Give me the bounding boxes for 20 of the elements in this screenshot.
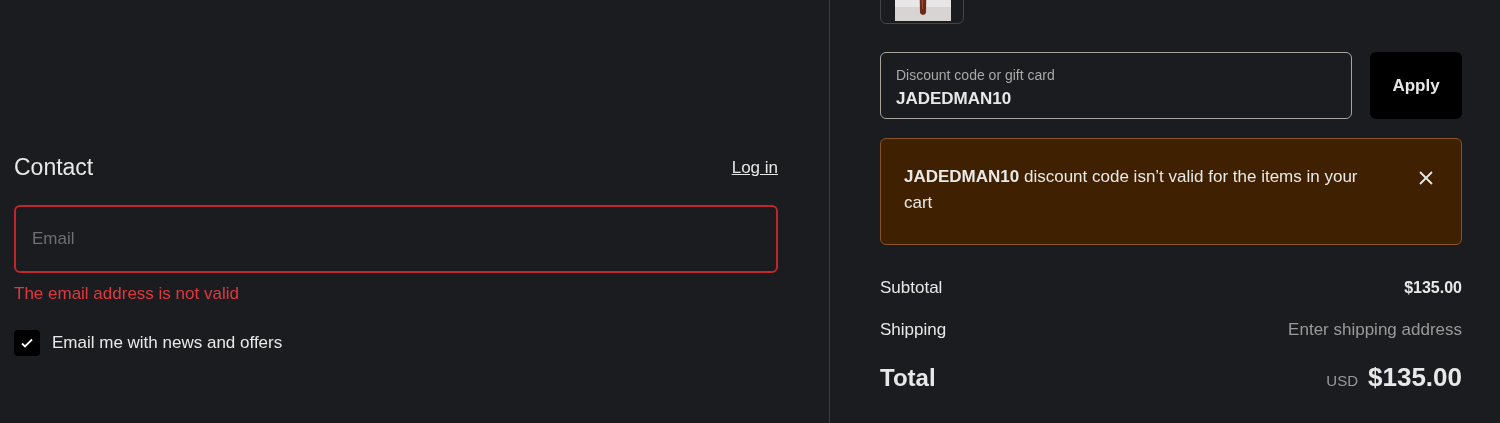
checkbox-label: Email me with news and offers [52, 332, 283, 355]
section-title: Contact [14, 153, 94, 182]
email-field[interactable]: Email [14, 204, 778, 273]
line-label: Subtotal [880, 277, 943, 299]
line-value: $135.00 [1404, 277, 1462, 298]
error-message: The email address is not valid [14, 282, 240, 305]
apply-button[interactable]: Apply [1370, 52, 1462, 119]
close-icon[interactable] [1418, 170, 1434, 186]
field-value: JADEDMAN10 [896, 88, 1013, 110]
line-label: Shipping [880, 318, 947, 341]
newsletter-checkbox[interactable] [14, 330, 40, 356]
currency-code: USD [1326, 371, 1358, 391]
field-label: Discount code or gift card [896, 66, 1056, 85]
check-icon [20, 336, 34, 350]
discount-field[interactable]: Discount code or gift card JADEDMAN10 [880, 52, 1352, 119]
line-value: Enter shipping address [1288, 318, 1462, 341]
total-value: $135.00 [1368, 361, 1462, 394]
total-label: Total [880, 362, 936, 393]
alert-message: JADEDMAN10 discount code isn’t valid for the items in your cart [904, 166, 1359, 214]
login-link[interactable]: Log in [731, 154, 778, 180]
